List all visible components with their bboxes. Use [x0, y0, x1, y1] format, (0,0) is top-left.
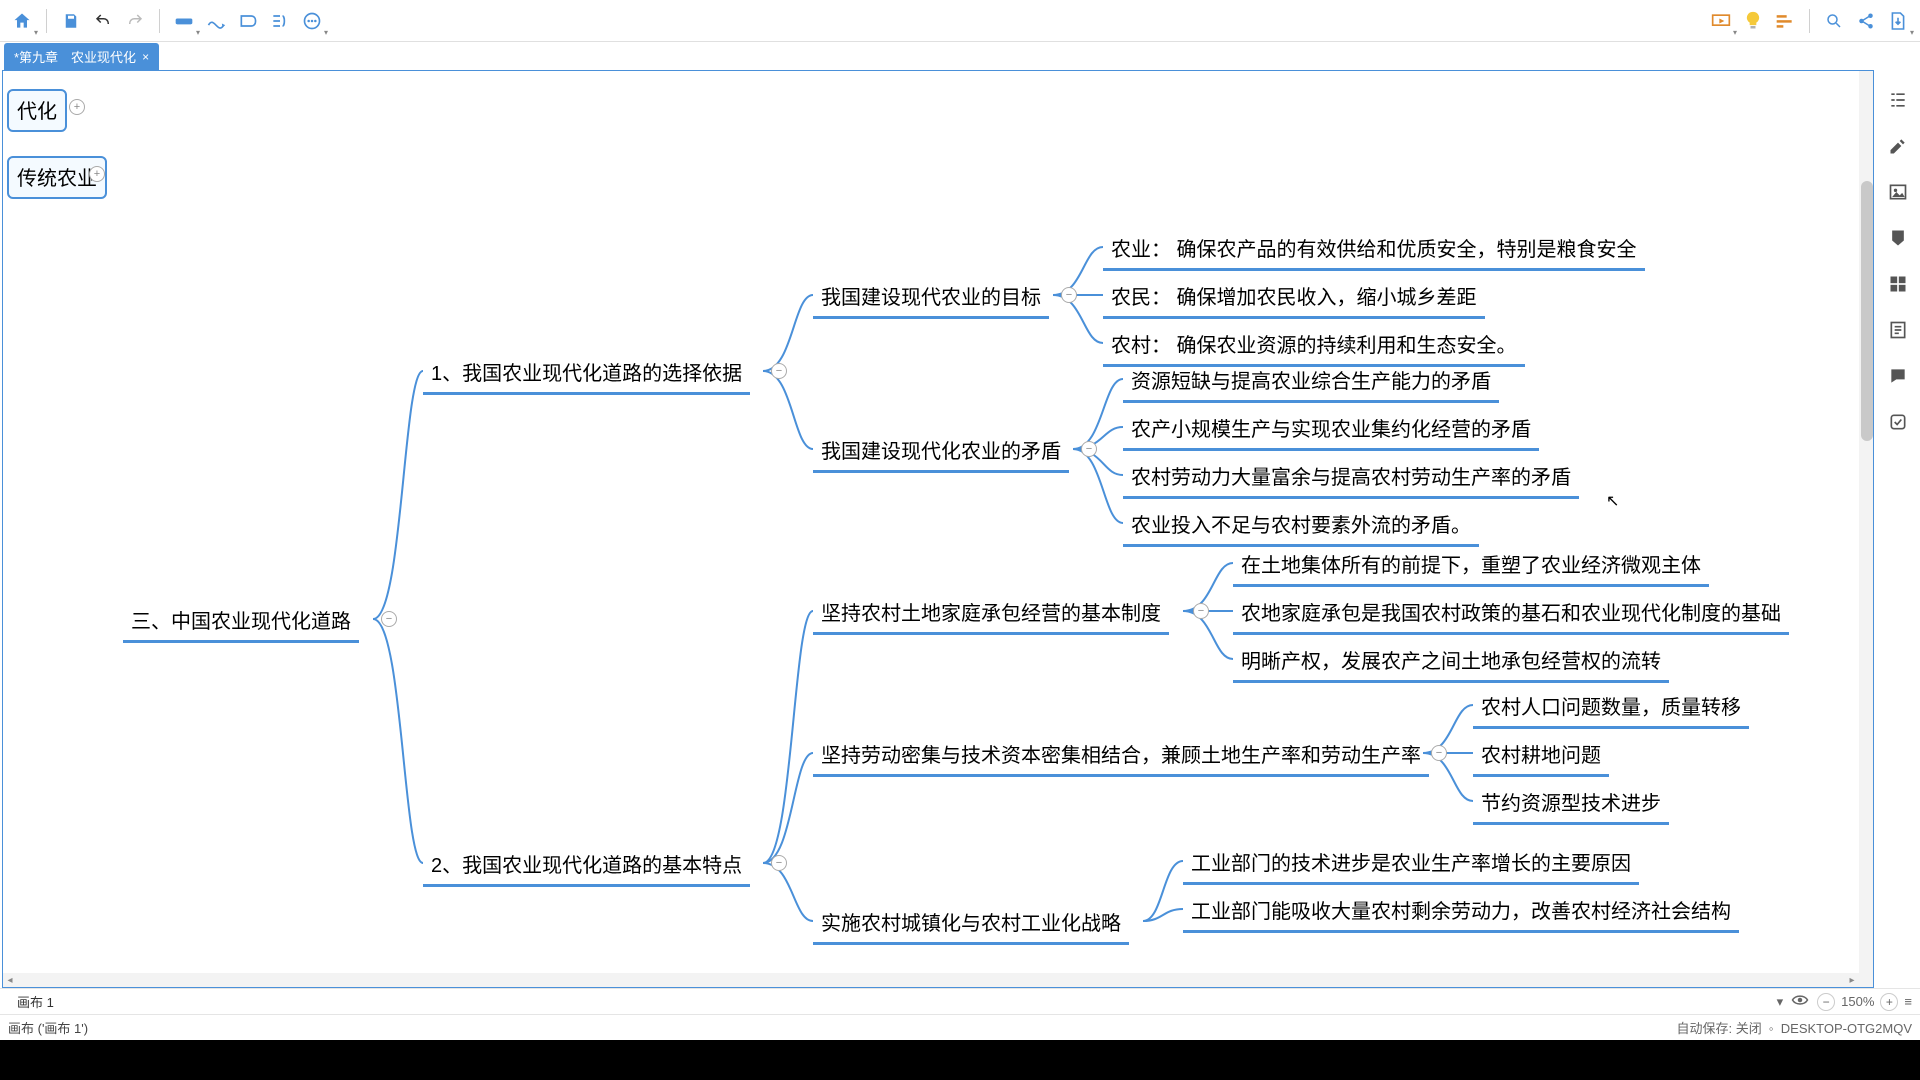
leaf[interactable]: 明晰产权，发展农产之间土地承包经营权的流转 — [1233, 641, 1669, 683]
icon-panel-icon[interactable] — [1886, 272, 1910, 296]
image-icon[interactable] — [1886, 180, 1910, 204]
statusbar: 画布 ('画布 1') 自动保存: 关闭 ◦ DESKTOP-OTG2MQV — [0, 1014, 1920, 1040]
relationship-icon[interactable] — [202, 7, 230, 35]
node-b1b[interactable]: 我国建设现代化农业的矛盾 — [813, 431, 1069, 473]
node-b1[interactable]: 1、我国农业现代化道路的选择依据 — [423, 353, 750, 395]
marker-icon[interactable] — [1886, 226, 1910, 250]
collapse-toggle[interactable]: − — [771, 363, 787, 379]
boundary-icon[interactable] — [234, 7, 262, 35]
leaf[interactable]: 农地家庭承包是我国农村政策的基石和农业现代化制度的基础 — [1233, 593, 1789, 635]
tabbar: *第九章 农业现代化 × — [0, 42, 1920, 70]
sheet-tab[interactable]: 画布 1 — [8, 989, 63, 1014]
main: 代化 + 传统农业 + 三、中国农业现代化道路 − 1、我国农业现代化道路的选择… — [0, 70, 1920, 988]
toolbar: ▾ ▾ ▾ ▾ ▾ — [0, 0, 1920, 42]
node-b2[interactable]: 2、我国农业现代化道路的基本特点 — [423, 845, 750, 887]
redo-icon[interactable] — [121, 7, 149, 35]
leaf[interactable]: 节约资源型技术进步 — [1473, 783, 1669, 825]
save-icon[interactable] — [57, 7, 85, 35]
leaf[interactable]: 农村劳动力大量富余与提高农村劳动生产率的矛盾 — [1123, 457, 1579, 499]
document-tab[interactable]: *第九章 农业现代化 × — [4, 43, 159, 70]
export-icon[interactable]: ▾ — [1884, 7, 1912, 35]
scroll-left-icon[interactable]: ◂ — [3, 973, 17, 987]
breadcrumb: 画布 ('画布 1') — [8, 1018, 88, 1037]
zoom-level: 150% — [1841, 994, 1874, 1009]
leaf[interactable]: 农村人口问题数量，质量转移 — [1473, 687, 1749, 729]
collapse-toggle[interactable]: − — [1061, 287, 1077, 303]
expand-toggle[interactable]: + — [69, 99, 85, 115]
zoom-out-button[interactable]: − — [1817, 993, 1835, 1011]
outline-icon[interactable] — [1886, 88, 1910, 112]
leaf[interactable]: 资源短缺与提高农业综合生产能力的矛盾 — [1123, 361, 1499, 403]
more-icon[interactable]: ▾ — [298, 7, 326, 35]
sheetbar: 画布 1 ▾ − 150% + ≡ — [0, 988, 1920, 1014]
leaf[interactable]: 工业部门能吸收大量农村剩余劳动力，改善农村经济社会结构 — [1183, 891, 1739, 933]
tab-title: *第九章 农业现代化 — [14, 47, 136, 66]
notes-icon[interactable] — [1886, 318, 1910, 342]
leaf[interactable]: 农产小规模生产与实现农业集约化经营的矛盾 — [1123, 409, 1539, 451]
node-b2b[interactable]: 坚持劳动密集与技术资本密集相结合，兼顾土地生产率和劳动生产率 — [813, 735, 1429, 777]
summary-icon[interactable] — [266, 7, 294, 35]
undo-icon[interactable] — [89, 7, 117, 35]
leaf[interactable]: 农民： 确保增加农民收入，缩小城乡差距 — [1103, 277, 1485, 319]
zoom-in-button[interactable]: + — [1880, 993, 1898, 1011]
leaf[interactable]: 农村耕地问题 — [1473, 735, 1609, 777]
horizontal-scrollbar[interactable]: ◂ ▸ — [3, 973, 1859, 987]
leaf[interactable]: 工业部门的技术进步是农业生产率增长的主要原因 — [1183, 843, 1639, 885]
leaf[interactable]: 农业投入不足与农村要素外流的矛盾。 — [1123, 505, 1479, 547]
gantt-icon[interactable] — [1771, 7, 1799, 35]
node-root[interactable]: 三、中国农业现代化道路 — [123, 601, 359, 643]
node-b2a[interactable]: 坚持农村土地家庭承包经营的基本制度 — [813, 593, 1169, 635]
expand-toggle[interactable]: + — [89, 166, 105, 182]
topic-icon[interactable]: ▾ — [170, 7, 198, 35]
scroll-right-icon[interactable]: ▸ — [1845, 973, 1859, 987]
vertical-scrollbar-thumb[interactable] — [1861, 181, 1873, 441]
collapse-toggle[interactable]: − — [1081, 441, 1097, 457]
filter-icon[interactable]: ▾ — [1777, 994, 1784, 1010]
presentation-icon[interactable]: ▾ — [1707, 7, 1735, 35]
leaf[interactable]: 农业： 确保农产品的有效供给和优质安全，特别是粮食安全 — [1103, 229, 1645, 271]
zoom-control: − 150% + ≡ — [1817, 993, 1912, 1011]
leaf[interactable]: 在土地集体所有的前提下，重塑了农业经济微观主体 — [1233, 545, 1709, 587]
collapse-toggle[interactable]: − — [771, 855, 787, 871]
task-icon[interactable] — [1886, 410, 1910, 434]
collapse-toggle[interactable]: − — [381, 611, 397, 627]
style-icon[interactable] — [1886, 134, 1910, 158]
close-icon[interactable]: × — [142, 50, 149, 64]
canvas[interactable]: 代化 + 传统农业 + 三、中国农业现代化道路 − 1、我国农业现代化道路的选择… — [2, 70, 1874, 988]
bottom-letterbox — [0, 1040, 1920, 1080]
node-b2c[interactable]: 实施农村城镇化与农村工业化战略 — [813, 903, 1129, 945]
side-panel — [1876, 70, 1920, 988]
host-name: DESKTOP-OTG2MQV — [1781, 1021, 1912, 1036]
comments-icon[interactable] — [1886, 364, 1910, 388]
idea-icon[interactable] — [1739, 7, 1767, 35]
autosave-status: 自动保存: 关闭 — [1676, 1021, 1761, 1036]
fit-icon[interactable]: ≡ — [1904, 994, 1912, 1009]
floating-node-a[interactable]: 代化 — [7, 89, 67, 132]
home-icon[interactable]: ▾ — [8, 7, 36, 35]
node-b1a[interactable]: 我国建设现代农业的目标 — [813, 277, 1049, 319]
search-icon[interactable] — [1820, 7, 1848, 35]
visibility-icon[interactable] — [1791, 994, 1809, 1009]
collapse-toggle[interactable]: − — [1193, 603, 1209, 619]
share-icon[interactable] — [1852, 7, 1880, 35]
mouse-cursor: ↖ — [1606, 491, 1619, 511]
collapse-toggle[interactable]: − — [1431, 745, 1447, 761]
